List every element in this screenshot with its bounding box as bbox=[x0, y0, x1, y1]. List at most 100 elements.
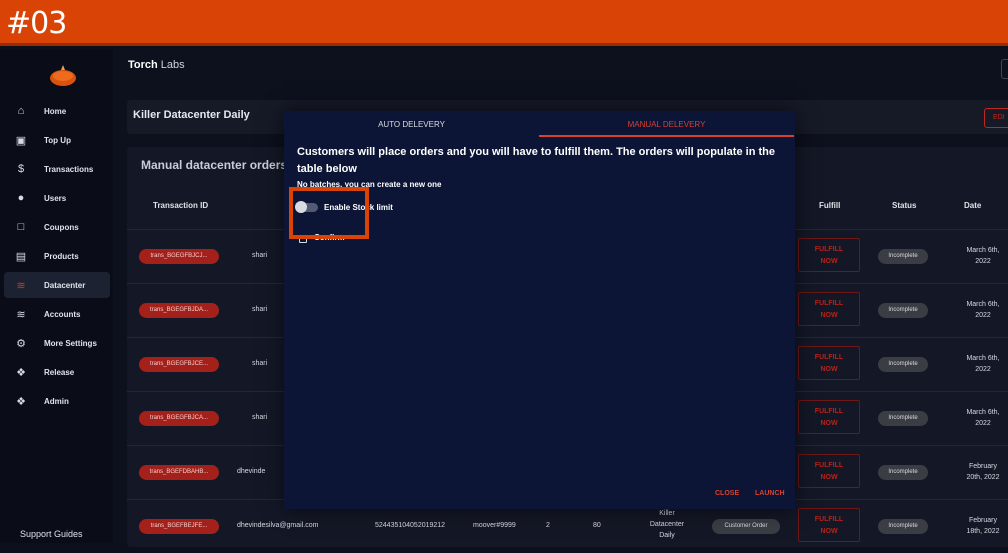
support-guides-link[interactable]: Support Guides bbox=[20, 529, 83, 539]
fulfill-label: NOW bbox=[820, 474, 838, 481]
sidebar-item-label: Top Up bbox=[44, 135, 71, 145]
launch-button[interactable]: LAUNCH bbox=[755, 490, 785, 497]
badge-icon: ❖ bbox=[16, 366, 26, 379]
product-title: Killer Datacenter Daily bbox=[133, 109, 250, 121]
badge-icon: ❖ bbox=[16, 395, 26, 408]
fulfill-label: NOW bbox=[820, 528, 838, 535]
date-cell: March 6th, 2022 bbox=[957, 299, 1008, 321]
sidebar-item-home[interactable]: ⌂ Home bbox=[4, 98, 110, 124]
sidebar-item-label: Home bbox=[44, 106, 67, 116]
sidebar-item-top-up[interactable]: ▣ Top Up bbox=[4, 127, 110, 153]
transaction-id-pill[interactable]: trans_BGEGFBJCJ... bbox=[139, 249, 219, 264]
fulfill-label: FULFILL bbox=[814, 354, 844, 361]
sidebar-item-datacenter[interactable]: ≋ Datacenter bbox=[4, 272, 110, 298]
transaction-id-pill[interactable]: trans_BGEFDBAHB... bbox=[139, 465, 219, 480]
sidebar-item-coupons[interactable]: □ Coupons bbox=[4, 214, 110, 240]
col-header-status: Status bbox=[892, 201, 917, 210]
transaction-id-pill[interactable]: trans_BGEGFBJCE... bbox=[139, 357, 219, 372]
header-control[interactable] bbox=[1001, 59, 1008, 79]
fulfill-label: FULFILL bbox=[814, 462, 844, 469]
sidebar-item-label: Release bbox=[44, 367, 75, 377]
home-icon: ⌂ bbox=[17, 105, 25, 117]
user-cell: shari bbox=[252, 414, 268, 421]
date-line: March 6th, bbox=[966, 301, 1000, 308]
sidebar-item-release[interactable]: ❖ Release bbox=[4, 359, 110, 385]
fulfill-now-button[interactable]: FULFILL NOW bbox=[798, 238, 860, 272]
close-button[interactable]: CLOSE bbox=[715, 490, 739, 497]
user-cell: dhevinde bbox=[237, 468, 266, 475]
date-line: February bbox=[968, 463, 997, 470]
sidebar-item-products[interactable]: ▤ Products bbox=[4, 243, 110, 269]
date-line: March 6th, bbox=[966, 247, 1000, 254]
wifi-icon: ≋ bbox=[16, 308, 26, 321]
transaction-id-pill[interactable]: trans_BGEGFBJDA... bbox=[139, 303, 219, 318]
discord-cell: moover#9999 bbox=[473, 522, 516, 529]
sidebar-item-label: Coupons bbox=[44, 222, 79, 232]
date-line: 2022 bbox=[975, 258, 991, 265]
date-line: 2022 bbox=[975, 366, 991, 373]
tab-auto-delivery[interactable]: AUTO DELEVERY bbox=[284, 111, 539, 137]
wifi-icon: ≋ bbox=[16, 279, 26, 292]
sidebar-item-users[interactable]: ● Users bbox=[4, 185, 110, 211]
date-line: 2022 bbox=[975, 312, 991, 319]
transaction-id-pill[interactable]: trans_BGEGFBJCA... bbox=[139, 411, 219, 426]
fulfill-now-button[interactable]: FULFILL NOW bbox=[798, 454, 860, 488]
email-cell: dhevindesilva@gmail.com bbox=[237, 522, 319, 529]
products-icon: ▤ bbox=[15, 250, 27, 263]
fulfill-label: FULFILL bbox=[814, 300, 844, 307]
edit-button[interactable]: EDI bbox=[984, 108, 1008, 128]
delivery-modal: AUTO DELEVERY MANUAL DELEVERY Customers … bbox=[284, 111, 795, 509]
torch-logo-icon bbox=[50, 65, 76, 86]
step-label: #03 bbox=[6, 6, 67, 41]
coupon-icon: □ bbox=[17, 221, 25, 233]
date-line: March 6th, bbox=[966, 355, 1000, 362]
date-line: March 6th, bbox=[966, 409, 1000, 416]
date-cell: March 6th, 2022 bbox=[957, 353, 1008, 375]
tab-manual-delivery[interactable]: MANUAL DELEVERY bbox=[539, 111, 794, 137]
sidebar-item-label: Admin bbox=[44, 396, 69, 406]
amount-cell: 80 bbox=[593, 522, 601, 529]
highlight-box bbox=[289, 187, 369, 239]
col-header-date: Date bbox=[964, 201, 982, 210]
fulfill-label: FULFILL bbox=[814, 246, 844, 253]
fulfill-now-button[interactable]: FULFILL NOW bbox=[798, 400, 860, 434]
sidebar-item-admin[interactable]: ❖ Admin bbox=[4, 388, 110, 414]
transaction-id-pill[interactable]: trans_BGEFBEJFE... bbox=[139, 519, 219, 534]
product-line: Killer bbox=[659, 510, 675, 517]
dollar-icon: $ bbox=[17, 163, 25, 175]
sidebar-item-label: Products bbox=[44, 251, 79, 261]
modal-heading: Customers will place orders and you will… bbox=[297, 146, 775, 175]
user-cell: shari bbox=[252, 252, 268, 259]
fulfill-now-button[interactable]: FULFILL NOW bbox=[798, 508, 860, 542]
status-badge: Incomplete bbox=[878, 465, 928, 480]
gear-icon: ⚙ bbox=[16, 337, 26, 350]
discord-id-cell: 524435104052019212 bbox=[375, 522, 446, 529]
date-cell: March 6th, 2022 bbox=[957, 407, 1008, 429]
fulfill-now-button[interactable]: FULFILL NOW bbox=[798, 292, 860, 326]
org-name: Torch Labs bbox=[128, 59, 185, 71]
sidebar-item-label: Datacenter bbox=[44, 280, 86, 290]
date-line: 20th, 2022 bbox=[966, 474, 1000, 481]
sidebar-item-accounts[interactable]: ≋ Accounts bbox=[4, 301, 110, 327]
sidebar-item-transactions[interactable]: $ Transactions bbox=[4, 156, 110, 182]
date-cell: February 20th, 2022 bbox=[957, 461, 1008, 483]
fulfill-now-button[interactable]: FULFILL NOW bbox=[798, 346, 860, 380]
fulfill-label: FULFILL bbox=[814, 516, 844, 523]
sidebar-item-label: Users bbox=[44, 193, 67, 203]
product-line: Daily bbox=[659, 532, 675, 539]
user-cell: shari bbox=[252, 306, 268, 313]
wallet-icon: ▣ bbox=[15, 134, 27, 147]
status-badge: Incomplete bbox=[878, 249, 928, 264]
org-name-rest: Labs bbox=[157, 59, 185, 71]
sidebar-item-label: More Settings bbox=[44, 338, 97, 348]
sidebar-item-more-settings[interactable]: ⚙ More Settings bbox=[4, 330, 110, 356]
status-badge: Incomplete bbox=[878, 519, 928, 534]
fulfill-label: NOW bbox=[820, 312, 838, 319]
col-header-transaction-id: Transaction ID bbox=[153, 201, 209, 210]
fulfill-label: NOW bbox=[820, 420, 838, 427]
date-cell: February 18th, 2022 bbox=[957, 515, 1008, 537]
user-cell: shari bbox=[252, 360, 268, 367]
sidebar-item-label: Transactions bbox=[44, 164, 94, 174]
user-icon: ● bbox=[17, 192, 25, 204]
order-type-badge: Customer Order bbox=[712, 519, 780, 534]
